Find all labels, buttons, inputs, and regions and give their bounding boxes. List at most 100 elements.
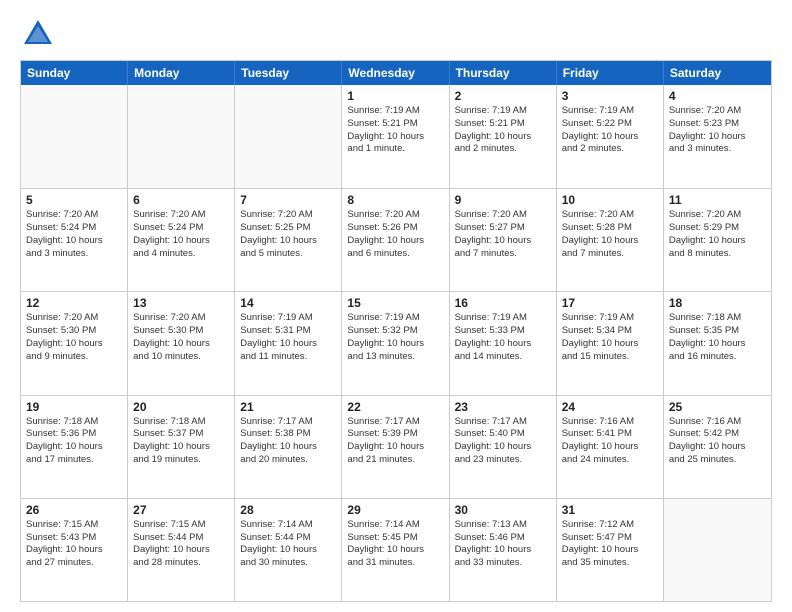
day-cell-14: 14 Sunrise: 7:19 AMSunset: 5:31 PMDayligh… bbox=[235, 292, 342, 394]
day-cell-7: 7 Sunrise: 7:20 AMSunset: 5:25 PMDaylight… bbox=[235, 189, 342, 291]
day-cell-22: 22 Sunrise: 7:17 AMSunset: 5:39 PMDayligh… bbox=[342, 396, 449, 498]
day-number-27: 27 bbox=[133, 503, 229, 517]
day-info-24: Sunrise: 7:16 AMSunset: 5:41 PMDaylight:… bbox=[562, 416, 658, 467]
day-number-16: 16 bbox=[455, 296, 551, 310]
day-cell-8: 8Sunrise: 7:20 AMSunset: 5:26 PMDaylight… bbox=[342, 189, 449, 291]
day-cell-20: 20 Sunrise: 7:18 AMSunset: 5:37 PMDayligh… bbox=[128, 396, 235, 498]
day-number-21: 21 bbox=[240, 400, 336, 414]
day-number-8: 8 bbox=[347, 193, 443, 207]
day-cell-29: 29 Sunrise: 7:14 AMSunset: 5:45 PMDayligh… bbox=[342, 499, 449, 601]
day-info-6: Sunrise: 7:20 AMSunset: 5:24 PMDaylight:… bbox=[133, 209, 229, 260]
day-number-15: 15 bbox=[347, 296, 443, 310]
day-cell-27: 27 Sunrise: 7:15 AMSunset: 5:44 PMDayligh… bbox=[128, 499, 235, 601]
day-info-5: Sunrise: 7:20 AMSunset: 5:24 PMDaylight:… bbox=[26, 209, 122, 260]
day-number-19: 19 bbox=[26, 400, 122, 414]
day-cell-3: 3Sunrise: 7:19 AMSunset: 5:22 PMDaylight… bbox=[557, 85, 664, 188]
day-number-5: 5 bbox=[26, 193, 122, 207]
empty-cell-0-1 bbox=[128, 85, 235, 188]
day-cell-17: 17 Sunrise: 7:19 AMSunset: 5:34 PMDayligh… bbox=[557, 292, 664, 394]
day-info-27: Sunrise: 7:15 AMSunset: 5:44 PMDaylight:… bbox=[133, 519, 229, 570]
calendar: SundayMondayTuesdayWednesdayThursdayFrid… bbox=[20, 60, 772, 602]
page: SundayMondayTuesdayWednesdayThursdayFrid… bbox=[0, 0, 792, 612]
empty-cell-0-2 bbox=[235, 85, 342, 188]
day-number-11: 11 bbox=[669, 193, 766, 207]
day-number-24: 24 bbox=[562, 400, 658, 414]
day-number-29: 29 bbox=[347, 503, 443, 517]
day-cell-19: 19Sunrise: 7:18 AMSunset: 5:36 PMDayligh… bbox=[21, 396, 128, 498]
day-cell-18: 18Sunrise: 7:18 AMSunset: 5:35 PMDayligh… bbox=[664, 292, 771, 394]
header-day-thursday: Thursday bbox=[450, 61, 557, 85]
day-info-16: Sunrise: 7:19 AMSunset: 5:33 PMDaylight:… bbox=[455, 312, 551, 363]
day-number-9: 9 bbox=[455, 193, 551, 207]
day-cell-5: 5 Sunrise: 7:20 AMSunset: 5:24 PMDaylight… bbox=[21, 189, 128, 291]
header-day-sunday: Sunday bbox=[21, 61, 128, 85]
day-cell-4: 4 Sunrise: 7:20 AMSunset: 5:23 PMDaylight… bbox=[664, 85, 771, 188]
day-cell-30: 30 Sunrise: 7:13 AMSunset: 5:46 PMDayligh… bbox=[450, 499, 557, 601]
day-info-13: Sunrise: 7:20 AMSunset: 5:30 PMDaylight:… bbox=[133, 312, 229, 363]
day-number-1: 1 bbox=[347, 89, 443, 103]
day-number-28: 28 bbox=[240, 503, 336, 517]
header-day-wednesday: Wednesday bbox=[342, 61, 449, 85]
day-number-12: 12 bbox=[26, 296, 122, 310]
day-cell-24: 24 Sunrise: 7:16 AMSunset: 5:41 PMDayligh… bbox=[557, 396, 664, 498]
logo-icon bbox=[20, 16, 56, 52]
day-number-2: 2 bbox=[455, 89, 551, 103]
day-number-18: 18 bbox=[669, 296, 766, 310]
day-number-26: 26 bbox=[26, 503, 122, 517]
calendar-body: 1 Sunrise: 7:19 AMSunset: 5:21 PMDaylight… bbox=[21, 85, 771, 601]
day-cell-9: 9 Sunrise: 7:20 AMSunset: 5:27 PMDaylight… bbox=[450, 189, 557, 291]
day-info-7: Sunrise: 7:20 AMSunset: 5:25 PMDaylight:… bbox=[240, 209, 336, 260]
header-day-friday: Friday bbox=[557, 61, 664, 85]
day-number-3: 3 bbox=[562, 89, 658, 103]
day-cell-28: 28 Sunrise: 7:14 AMSunset: 5:44 PMDayligh… bbox=[235, 499, 342, 601]
day-number-10: 10 bbox=[562, 193, 658, 207]
top-header bbox=[20, 16, 772, 52]
day-info-15: Sunrise: 7:19 AMSunset: 5:32 PMDaylight:… bbox=[347, 312, 443, 363]
day-cell-10: 10Sunrise: 7:20 AMSunset: 5:28 PMDayligh… bbox=[557, 189, 664, 291]
day-info-12: Sunrise: 7:20 AMSunset: 5:30 PMDaylight:… bbox=[26, 312, 122, 363]
day-info-29: Sunrise: 7:14 AMSunset: 5:45 PMDaylight:… bbox=[347, 519, 443, 570]
day-info-4: Sunrise: 7:20 AMSunset: 5:23 PMDaylight:… bbox=[669, 105, 766, 156]
week-row-4: 19Sunrise: 7:18 AMSunset: 5:36 PMDayligh… bbox=[21, 395, 771, 498]
day-info-11: Sunrise: 7:20 AMSunset: 5:29 PMDaylight:… bbox=[669, 209, 766, 260]
day-info-21: Sunrise: 7:17 AMSunset: 5:38 PMDaylight:… bbox=[240, 416, 336, 467]
week-row-5: 26Sunrise: 7:15 AMSunset: 5:43 PMDayligh… bbox=[21, 498, 771, 601]
week-row-1: 1 Sunrise: 7:19 AMSunset: 5:21 PMDaylight… bbox=[21, 85, 771, 188]
week-row-2: 5 Sunrise: 7:20 AMSunset: 5:24 PMDaylight… bbox=[21, 188, 771, 291]
day-info-31: Sunrise: 7:12 AMSunset: 5:47 PMDaylight:… bbox=[562, 519, 658, 570]
day-number-22: 22 bbox=[347, 400, 443, 414]
day-cell-26: 26Sunrise: 7:15 AMSunset: 5:43 PMDayligh… bbox=[21, 499, 128, 601]
day-cell-13: 13 Sunrise: 7:20 AMSunset: 5:30 PMDayligh… bbox=[128, 292, 235, 394]
day-info-28: Sunrise: 7:14 AMSunset: 5:44 PMDaylight:… bbox=[240, 519, 336, 570]
day-info-30: Sunrise: 7:13 AMSunset: 5:46 PMDaylight:… bbox=[455, 519, 551, 570]
day-cell-1: 1 Sunrise: 7:19 AMSunset: 5:21 PMDaylight… bbox=[342, 85, 449, 188]
day-number-14: 14 bbox=[240, 296, 336, 310]
day-number-17: 17 bbox=[562, 296, 658, 310]
day-info-22: Sunrise: 7:17 AMSunset: 5:39 PMDaylight:… bbox=[347, 416, 443, 467]
day-number-4: 4 bbox=[669, 89, 766, 103]
calendar-header: SundayMondayTuesdayWednesdayThursdayFrid… bbox=[21, 61, 771, 85]
day-cell-25: 25 Sunrise: 7:16 AMSunset: 5:42 PMDayligh… bbox=[664, 396, 771, 498]
day-cell-15: 15 Sunrise: 7:19 AMSunset: 5:32 PMDayligh… bbox=[342, 292, 449, 394]
day-cell-23: 23Sunrise: 7:17 AMSunset: 5:40 PMDayligh… bbox=[450, 396, 557, 498]
day-info-9: Sunrise: 7:20 AMSunset: 5:27 PMDaylight:… bbox=[455, 209, 551, 260]
day-number-30: 30 bbox=[455, 503, 551, 517]
day-number-13: 13 bbox=[133, 296, 229, 310]
day-cell-2: 2Sunrise: 7:19 AMSunset: 5:21 PMDaylight… bbox=[450, 85, 557, 188]
week-row-3: 12 Sunrise: 7:20 AMSunset: 5:30 PMDayligh… bbox=[21, 291, 771, 394]
day-info-25: Sunrise: 7:16 AMSunset: 5:42 PMDaylight:… bbox=[669, 416, 766, 467]
day-number-25: 25 bbox=[669, 400, 766, 414]
header-day-saturday: Saturday bbox=[664, 61, 771, 85]
header-day-monday: Monday bbox=[128, 61, 235, 85]
day-info-20: Sunrise: 7:18 AMSunset: 5:37 PMDaylight:… bbox=[133, 416, 229, 467]
day-number-7: 7 bbox=[240, 193, 336, 207]
day-info-17: Sunrise: 7:19 AMSunset: 5:34 PMDaylight:… bbox=[562, 312, 658, 363]
day-cell-12: 12 Sunrise: 7:20 AMSunset: 5:30 PMDayligh… bbox=[21, 292, 128, 394]
header-day-tuesday: Tuesday bbox=[235, 61, 342, 85]
day-number-6: 6 bbox=[133, 193, 229, 207]
day-number-20: 20 bbox=[133, 400, 229, 414]
day-cell-31: 31Sunrise: 7:12 AMSunset: 5:47 PMDayligh… bbox=[557, 499, 664, 601]
day-info-14: Sunrise: 7:19 AMSunset: 5:31 PMDaylight:… bbox=[240, 312, 336, 363]
day-info-1: Sunrise: 7:19 AMSunset: 5:21 PMDaylight:… bbox=[347, 105, 443, 156]
day-cell-11: 11 Sunrise: 7:20 AMSunset: 5:29 PMDayligh… bbox=[664, 189, 771, 291]
